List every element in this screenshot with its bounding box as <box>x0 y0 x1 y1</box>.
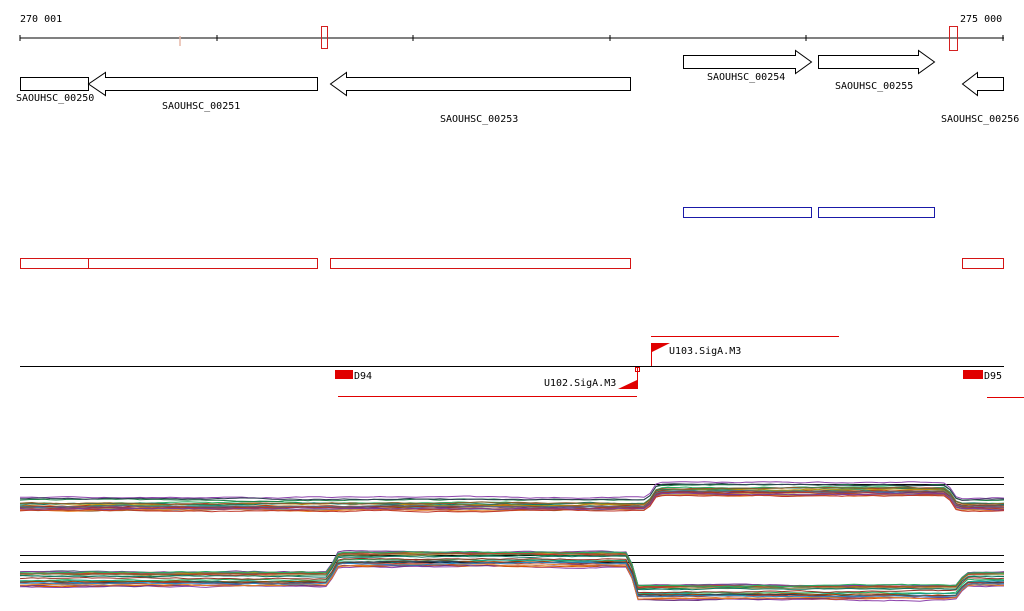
reverse-strand-track <box>20 258 1004 269</box>
gene-label-saouhsc-00253: SAOUHSC_00253 <box>440 114 518 125</box>
d95-label: D95 <box>984 371 1002 382</box>
coordinate-ruler: 270 001 275 000 <box>19 14 1004 51</box>
reverse-feature-box[interactable] <box>88 258 318 269</box>
u102-flag-icon[interactable] <box>618 380 637 389</box>
regulatory-track: D94 D95 U103.SigA.M3 U102.SigA.M3 <box>20 336 1024 398</box>
expression-track-reverse <box>19 549 1005 602</box>
gene-label-saouhsc-00256: SAOUHSC_00256 <box>941 114 1019 125</box>
forward-feature-box[interactable] <box>818 207 935 218</box>
gene-arrow-saouhsc-00251[interactable] <box>87 71 318 97</box>
d94-label: D94 <box>354 371 372 382</box>
u103-flag-icon[interactable] <box>652 343 670 352</box>
reverse-feature-box[interactable] <box>962 258 1004 269</box>
reverse-feature-box[interactable] <box>20 258 89 269</box>
ruler-start-label: 270 001 <box>20 14 62 25</box>
d95-marker[interactable] <box>963 370 983 379</box>
gene-label-saouhsc-00251: SAOUHSC_00251 <box>162 101 240 112</box>
gene-arrow-saouhsc-00250[interactable] <box>20 77 89 91</box>
expression-profiles-reverse <box>19 549 1005 602</box>
u103-label: U103.SigA.M3 <box>669 346 741 357</box>
gene-arrow-saouhsc-00256[interactable] <box>961 71 1004 97</box>
forward-strand-track <box>683 207 935 218</box>
gene-label-saouhsc-00250: SAOUHSC_00250 <box>16 93 94 104</box>
u102-label: U102.SigA.M3 <box>544 378 616 389</box>
ruler-end-label: 275 000 <box>960 14 1002 25</box>
expression-profiles-forward <box>19 481 1005 513</box>
d94-marker[interactable] <box>335 370 353 379</box>
forward-feature-box[interactable] <box>683 207 812 218</box>
reverse-feature-box[interactable] <box>330 258 631 269</box>
gene-label-saouhsc-00255: SAOUHSC_00255 <box>835 81 913 92</box>
expression-track-forward <box>19 477 1005 513</box>
genome-browser-view: 270 001 275 000 SAOUHSC_00250 SAOUHSC_00… <box>16 14 1024 602</box>
gene-arrow-saouhsc-00254[interactable] <box>683 49 813 75</box>
gene-label-saouhsc-00254: SAOUHSC_00254 <box>707 72 785 83</box>
gene-arrow-saouhsc-00255[interactable] <box>818 49 936 75</box>
gene-arrow-saouhsc-00253[interactable] <box>329 71 631 97</box>
